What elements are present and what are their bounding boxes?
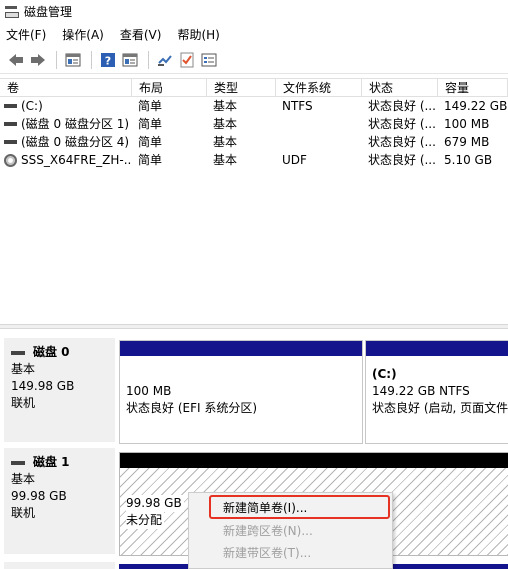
connect-icon[interactable]	[155, 50, 175, 70]
drive-icon	[4, 102, 17, 110]
partition-bar	[120, 341, 362, 356]
volume-layout: 简单	[138, 153, 163, 167]
check-icon[interactable]	[177, 50, 197, 70]
help-icon[interactable]: ?	[98, 50, 118, 70]
disk-icon	[11, 349, 25, 357]
svg-text:?: ?	[105, 54, 111, 67]
menu-new-simple-volume[interactable]: 新建简单卷(I)...	[223, 499, 307, 517]
column-volume[interactable]: 卷	[0, 79, 132, 96]
volume-name: (磁盘 0 磁盘分区 1)	[21, 117, 130, 131]
volume-type: 基本	[213, 153, 238, 167]
partition-c[interactable]: (C:) 149.22 GB NTFS 状态良好 (启动, 页面文件	[365, 340, 508, 444]
column-type[interactable]: 类型	[207, 79, 276, 96]
disk-kind: 基本	[11, 472, 36, 486]
toolbar-separator	[56, 50, 57, 69]
properties-icon[interactable]	[199, 50, 219, 70]
menu-file[interactable]: 文件(F)	[6, 26, 46, 43]
volume-list: 卷 布局 类型 文件系统 状态 容量 (C:) 简单 基本 NTFS 状态良好 …	[0, 78, 508, 169]
volume-status: 状态良好 (...	[368, 99, 436, 113]
table-row[interactable]: (磁盘 0 磁盘分区 4) 简单 基本 状态良好 (... 679 MB	[0, 133, 508, 151]
partition-size: 100 MB	[126, 384, 172, 398]
menu-view[interactable]: 查看(V)	[120, 26, 162, 43]
back-arrow-icon[interactable]	[6, 50, 26, 70]
volume-name: SSS_X64FRE_ZH-...	[21, 153, 132, 167]
column-layout[interactable]: 布局	[132, 79, 207, 96]
volume-type: 基本	[213, 117, 238, 131]
partition-efi[interactable]: 100 MB 状态良好 (EFI 系统分区)	[119, 340, 363, 444]
title-bar: 磁盘管理	[0, 0, 508, 22]
volume-name: (磁盘 0 磁盘分区 4)	[21, 135, 130, 149]
table-row[interactable]: (磁盘 0 磁盘分区 1) 简单 基本 状态良好 (... 100 MB	[0, 115, 508, 133]
volume-capacity: 679 MB	[444, 135, 490, 149]
partition-bar	[366, 341, 508, 356]
toolbar-separator	[148, 50, 149, 69]
volume-layout: 简单	[138, 135, 163, 149]
forward-arrow-icon[interactable]	[28, 50, 48, 70]
table-row[interactable]: SSS_X64FRE_ZH-... 简单 基本 UDF 状态良好 (... 5.…	[0, 151, 508, 169]
volume-capacity: 149.22 GB	[444, 99, 508, 113]
column-capacity[interactable]: 容量	[438, 79, 508, 96]
disk-list-icon[interactable]	[63, 50, 83, 70]
disk-name: 磁盘 1	[33, 455, 70, 469]
partition-desc: 状态良好 (EFI 系统分区)	[126, 401, 258, 415]
volume-type: 基本	[213, 135, 238, 149]
disk-size: 149.98 GB	[11, 379, 75, 393]
disk-management-app-icon	[4, 4, 19, 18]
partition-desc: 状态良好 (启动, 页面文件	[372, 401, 508, 415]
table-row[interactable]: (C:) 简单 基本 NTFS 状态良好 (... 149.22 GB	[0, 97, 508, 115]
column-filesystem[interactable]: 文件系统	[276, 79, 362, 96]
volume-status: 状态良好 (...	[368, 117, 436, 131]
disk-size: 99.98 GB	[11, 489, 67, 503]
volume-type: 基本	[213, 99, 238, 113]
menu-bar: 文件(F) 操作(A) 查看(V) 帮助(H)	[0, 24, 508, 44]
menu-new-spanned-volume[interactable]: 新建跨区卷(N)...	[223, 522, 313, 540]
volume-status: 状态良好 (...	[368, 153, 436, 167]
disk-row: 磁盘 0 基本 149.98 GB 联机 100 MB 状态良好 (EFI 系统…	[0, 336, 508, 444]
partition-size: 149.22 GB NTFS	[372, 384, 470, 398]
volume-capacity: 5.10 GB	[444, 153, 493, 167]
context-menu: 新建简单卷(I)... 新建跨区卷(N)... 新建带区卷(T)...	[188, 492, 393, 569]
disk-label[interactable]: 磁盘 1 基本 99.98 GB 联机	[4, 448, 115, 554]
volume-list-header: 卷 布局 类型 文件系统 状态 容量	[0, 78, 508, 97]
disk-name: 磁盘 0	[33, 345, 70, 359]
disk-kind: 基本	[11, 362, 36, 376]
volume-filesystem: NTFS	[282, 99, 313, 113]
disk-label[interactable]: 磁盘 0 基本 149.98 GB 联机	[4, 338, 115, 442]
drive-icon	[4, 138, 17, 146]
volume-filesystem: UDF	[282, 153, 307, 167]
disk-icon	[11, 459, 25, 467]
partition-bar	[120, 453, 508, 468]
optical-disc-icon	[4, 153, 17, 167]
volume-layout: 简单	[138, 99, 163, 113]
partition-size: 99.98 GB	[126, 495, 184, 512]
volume-capacity: 100 MB	[444, 117, 490, 131]
disk-state: 联机	[11, 396, 36, 410]
pane-splitter[interactable]	[0, 324, 508, 329]
menu-new-striped-volume[interactable]: 新建带区卷(T)...	[223, 544, 311, 562]
partition-desc: 未分配	[126, 512, 165, 529]
drive-icon	[4, 120, 17, 128]
view-icon[interactable]	[120, 50, 140, 70]
volume-status: 状态良好 (...	[368, 135, 436, 149]
volume-name: (C:)	[21, 99, 43, 113]
menu-action[interactable]: 操作(A)	[62, 26, 104, 43]
toolbar-separator	[91, 50, 92, 69]
partition-title: (C:)	[372, 367, 397, 381]
toolbar: ?	[0, 46, 508, 74]
disk-state: 联机	[11, 506, 36, 520]
window-title: 磁盘管理	[24, 4, 73, 19]
column-status[interactable]: 状态	[362, 79, 438, 96]
menu-help[interactable]: 帮助(H)	[177, 26, 219, 43]
volume-layout: 简单	[138, 117, 163, 131]
